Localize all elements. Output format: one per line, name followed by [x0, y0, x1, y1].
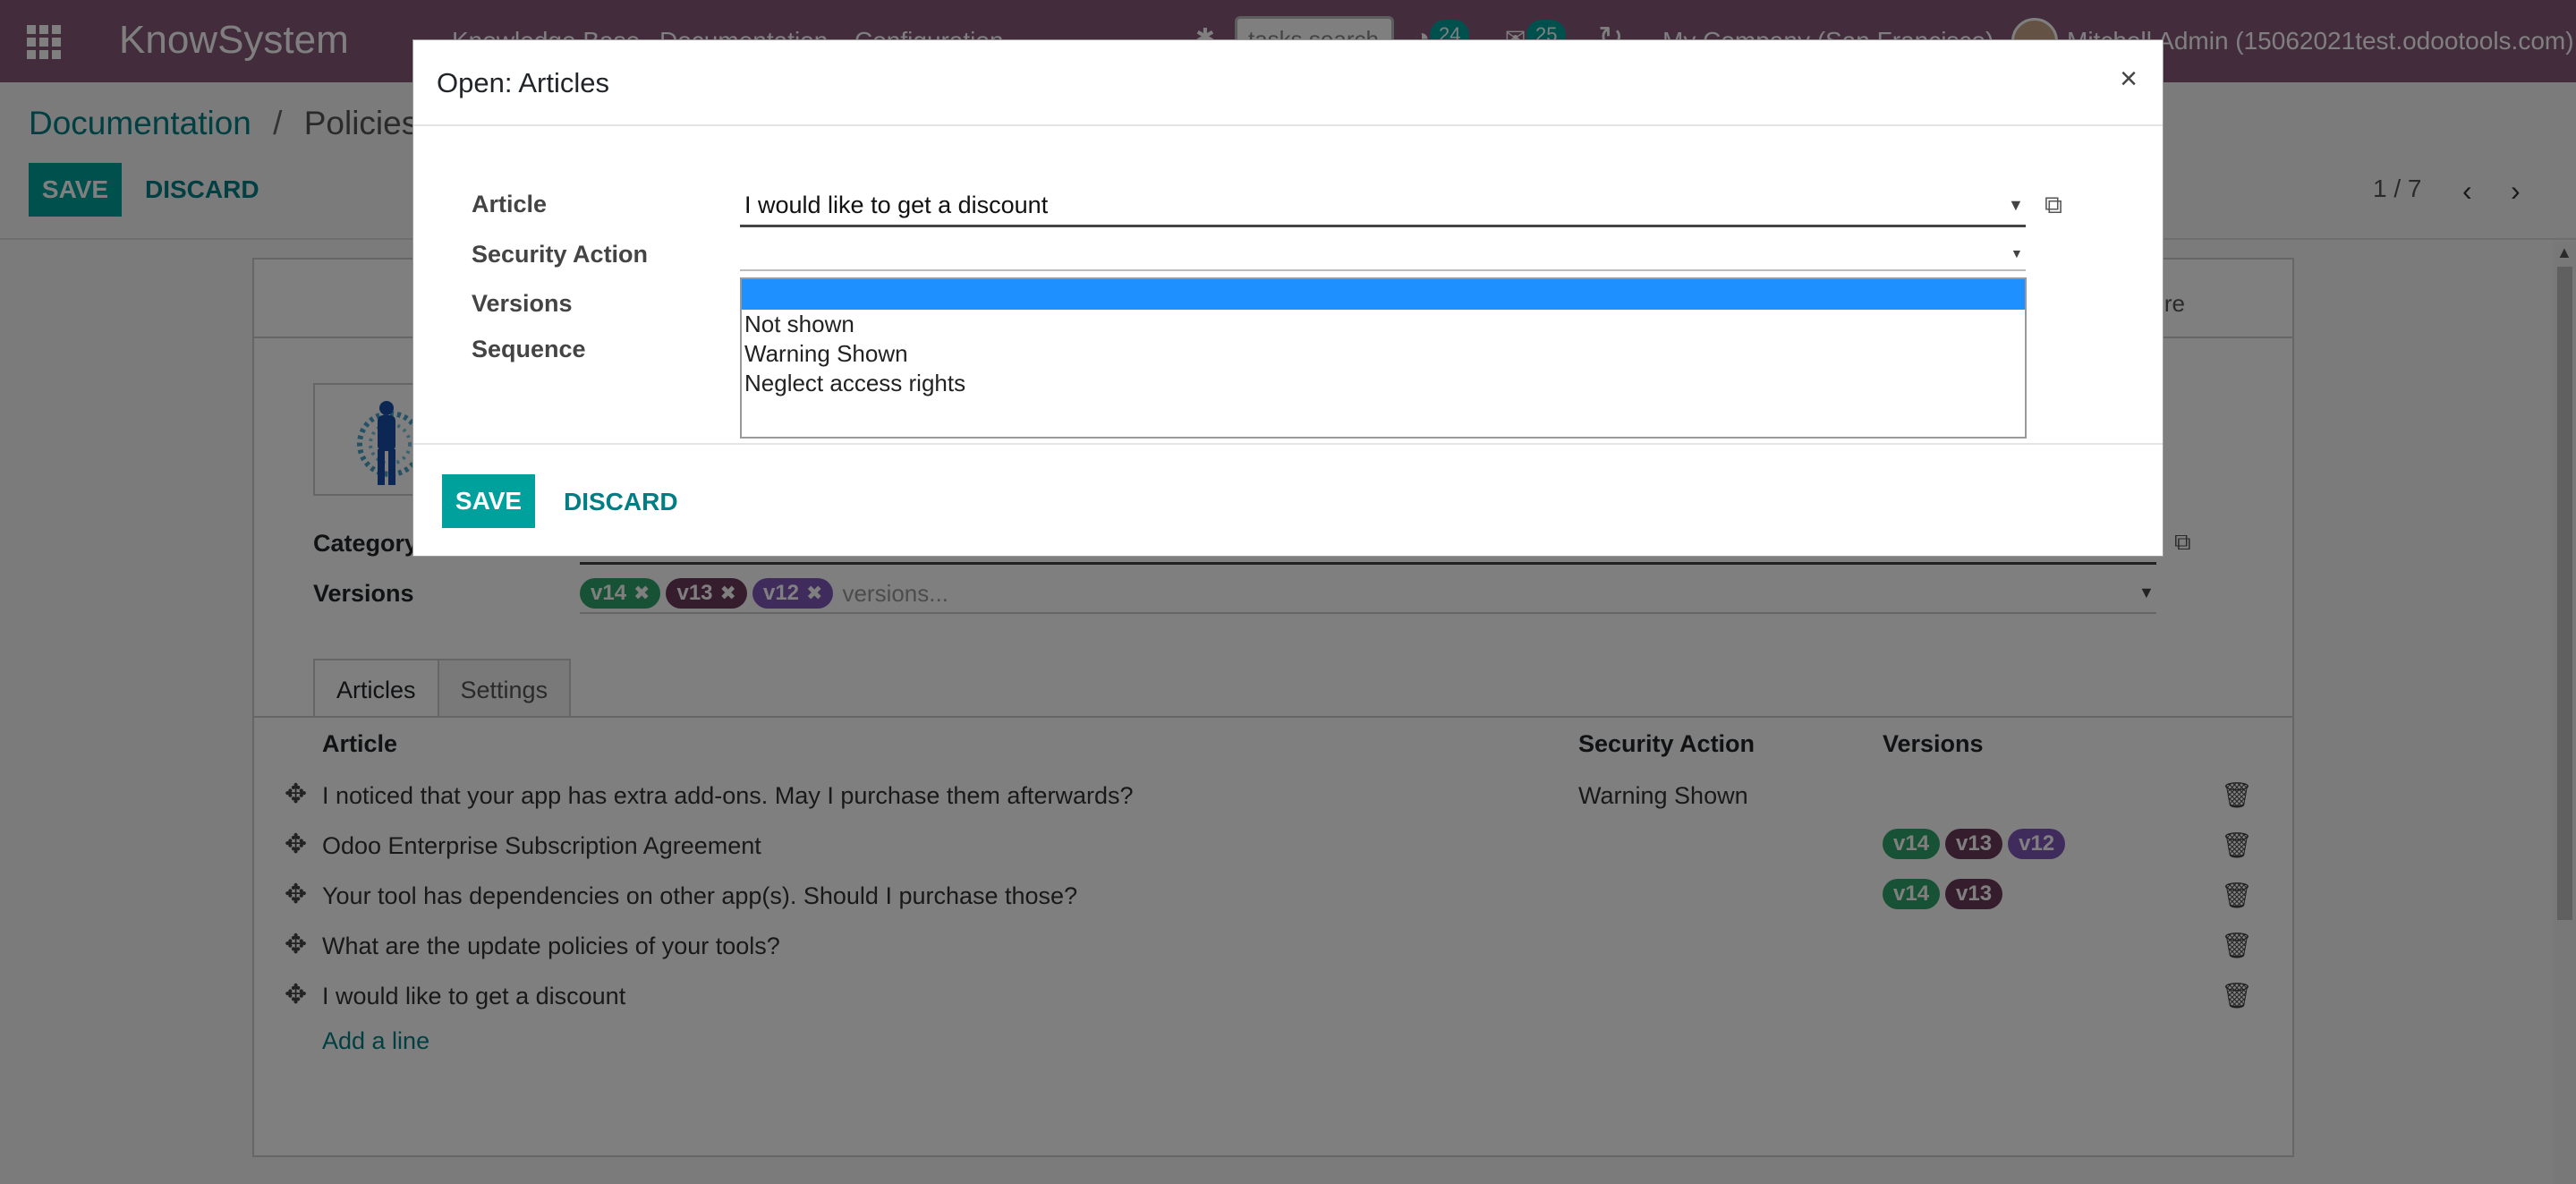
security-action-select[interactable]: [740, 269, 2026, 271]
modal-save-button[interactable]: SAVE: [442, 474, 535, 528]
security-action-label: Security Action: [472, 241, 649, 268]
caret-down-icon[interactable]: ▼: [2008, 196, 2024, 215]
external-link-icon[interactable]: ⧉: [2045, 191, 2062, 220]
versions-label: Versions: [472, 290, 573, 317]
article-input[interactable]: I would like to get a discount: [744, 192, 1048, 219]
article-label: Article: [472, 191, 548, 217]
security-option-empty[interactable]: [742, 279, 2025, 310]
security-action-options: Not shown Warning Shown Neglect access r…: [740, 277, 2027, 439]
modal-title: Open: Articles: [437, 67, 609, 98]
modal-footer-divider: [413, 443, 2163, 445]
close-icon[interactable]: ×: [2120, 62, 2138, 97]
article-underline: [740, 225, 2026, 227]
security-option-not-shown[interactable]: Not shown: [742, 310, 2025, 339]
modal-discard-button[interactable]: DISCARD: [564, 488, 678, 516]
security-option-neglect-access-rights[interactable]: Neglect access rights: [742, 369, 2025, 398]
sequence-label: Sequence: [472, 336, 586, 362]
open-articles-dialog: Open: Articles × Article I would like to…: [412, 39, 2164, 557]
modal-header: Open: Articles ×: [413, 40, 2163, 126]
caret-down-icon[interactable]: ▼: [2011, 246, 2023, 260]
security-option-warning-shown[interactable]: Warning Shown: [742, 339, 2025, 369]
